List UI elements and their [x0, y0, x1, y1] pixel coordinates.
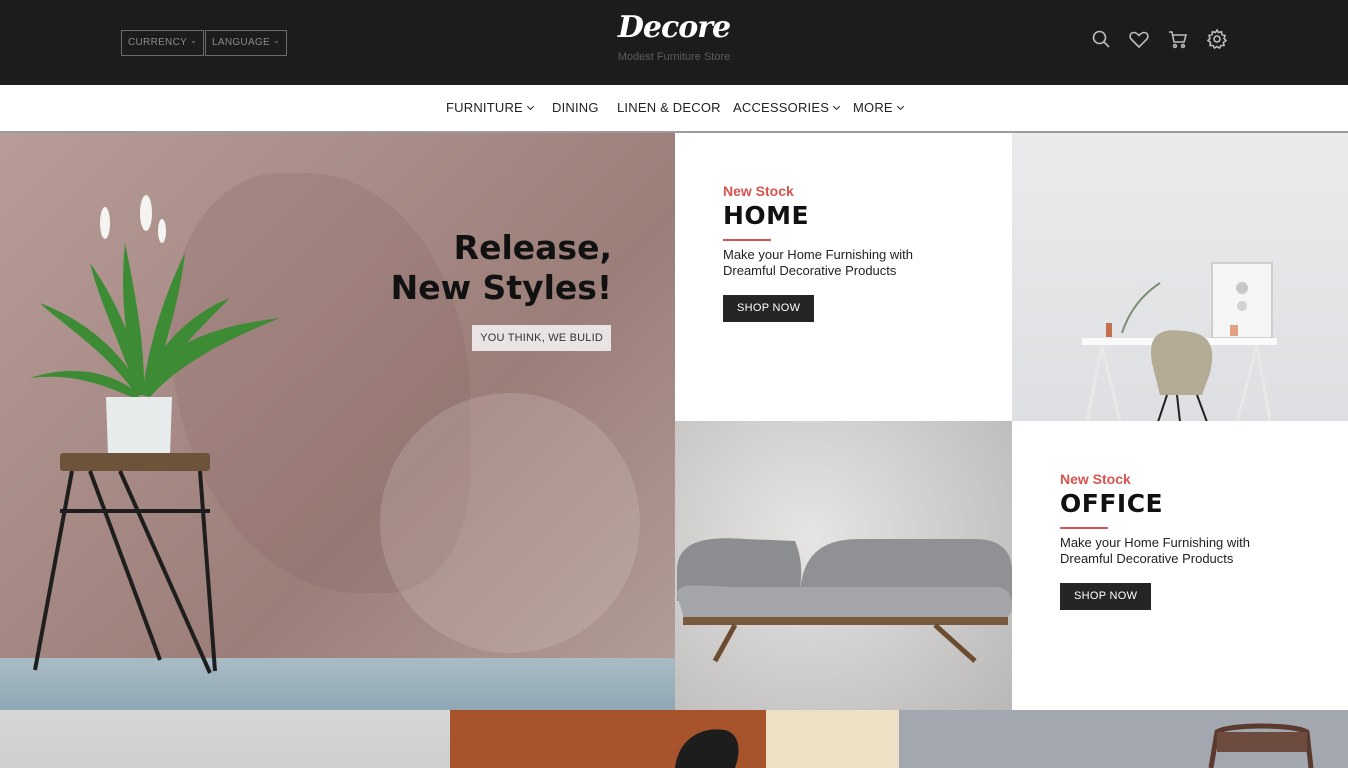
nav-item-label: DINING	[552, 100, 599, 115]
nav-item-accessories[interactable]: ACCESSORIES	[733, 100, 841, 115]
sofa-illustration	[677, 538, 1012, 663]
accent-divider	[723, 239, 771, 241]
nav-item-furniture[interactable]: FURNITURE	[446, 100, 534, 115]
accent-divider	[1060, 527, 1108, 529]
gear-icon[interactable]	[1205, 27, 1229, 51]
sofa-image[interactable]	[675, 421, 1012, 710]
promo-description: Make your Home Furnishing with Dreamful …	[723, 247, 914, 278]
chair-tile-illustration	[450, 710, 899, 768]
search-icon[interactable]	[1089, 27, 1113, 51]
shop-now-button[interactable]: SHOP NOW	[1060, 583, 1152, 610]
category-tile-2[interactable]	[450, 710, 899, 768]
category-tile-1[interactable]	[0, 710, 450, 768]
desk-chair-illustration	[1082, 262, 1277, 422]
hero-title: Release, New Styles!	[391, 228, 612, 308]
plant-stool-image	[30, 195, 280, 674]
hero-title-line-2: New Styles!	[390, 268, 612, 307]
category-tile-3[interactable]	[899, 710, 1348, 768]
hero-banner[interactable]: Release, New Styles! YOU THINK, WE BULID	[0, 133, 675, 710]
nav-item-dining[interactable]: DINING	[552, 100, 599, 115]
nav-item-label: LINEN & DECOR	[617, 100, 721, 115]
main-nav: FURNITURE DINING LINEN & DECOR ACCESSORI…	[0, 85, 1348, 133]
promo-eyebrow: New Stock	[723, 183, 794, 199]
chevron-down-icon	[833, 102, 841, 111]
promo-home: New Stock HOME Make your Home Furnishing…	[675, 133, 1012, 421]
heart-icon[interactable]	[1127, 27, 1151, 51]
promo-office: New Stock OFFICE Make your Home Furnishi…	[1012, 421, 1348, 709]
desk-image[interactable]	[1012, 133, 1348, 422]
promo-eyebrow: New Stock	[1060, 471, 1131, 487]
top-bar: CURRENCY ⌄ LANGUAGE ⌄ Decore Modest Furnit…	[0, 0, 1348, 85]
chevron-down-icon	[896, 102, 904, 111]
chevron-down-icon	[526, 102, 534, 111]
cart-icon[interactable]	[1166, 27, 1190, 51]
promo-description: Make your Home Furnishing with Dreamful …	[1060, 535, 1251, 566]
promo-title: HOME	[723, 201, 810, 230]
nav-item-linen-decor[interactable]: LINEN & DECOR	[617, 100, 721, 115]
nav-item-label: FURNITURE	[446, 100, 523, 115]
shop-now-button[interactable]: SHOP NOW	[723, 295, 815, 322]
hero-title-line-1: Release,	[453, 228, 612, 267]
nav-item-label: ACCESSORIES	[733, 100, 830, 115]
tagline: Modest Furniture Store	[617, 51, 731, 63]
hero-tag[interactable]: YOU THINK, WE BULID	[472, 325, 611, 351]
chair-tile-illustration	[899, 710, 1348, 768]
promo-title: OFFICE	[1060, 489, 1164, 518]
nav-item-more[interactable]: MORE	[853, 100, 904, 115]
nav-item-label: MORE	[853, 100, 893, 115]
